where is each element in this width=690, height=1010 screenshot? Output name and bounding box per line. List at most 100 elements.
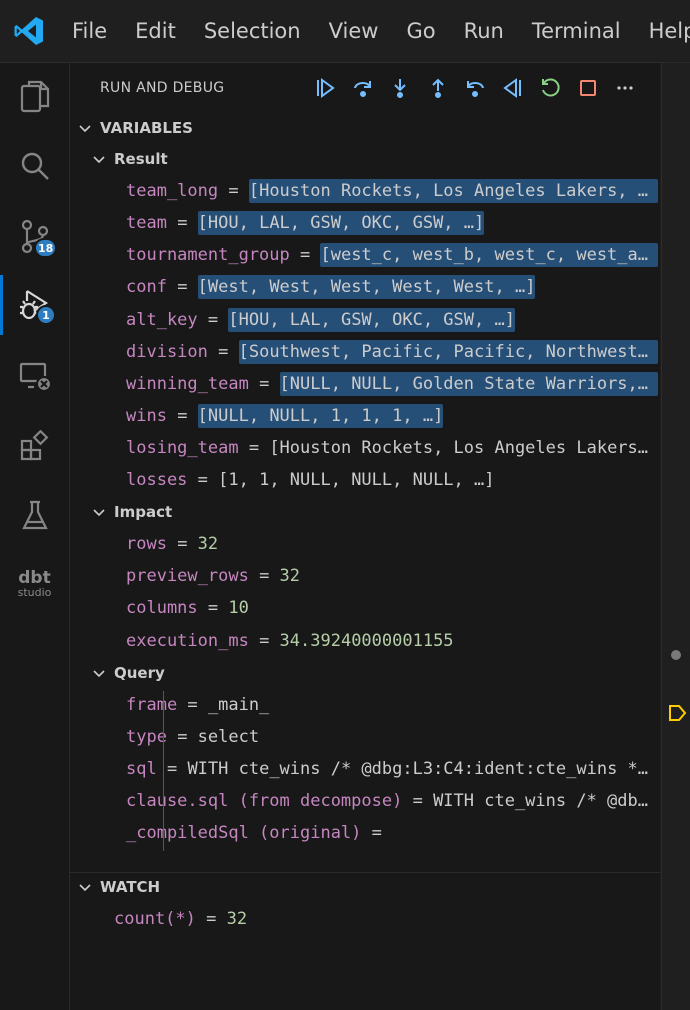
source-control-icon[interactable]: 18	[0, 203, 69, 269]
variable-name: preview_rows	[126, 566, 249, 587]
variable-row[interactable]: alt_key = [HOU, LAL, GSW, OKC, GSW, …]	[70, 305, 660, 335]
menu-selection[interactable]: Selection	[190, 0, 315, 62]
variable-value: [Houston Rockets, Los Angeles Lakers, …]	[269, 437, 658, 458]
chevron-down-icon	[92, 505, 106, 519]
variable-value: 10	[228, 598, 249, 619]
studio-label: studio	[17, 586, 52, 599]
testing-icon[interactable]	[0, 483, 69, 549]
variables-title: VARIABLES	[100, 119, 193, 137]
variable-value: WITH cte_wins /* @dbg:L3:C4:ident:cte_wi…	[433, 791, 658, 811]
restart-icon[interactable]	[532, 73, 570, 103]
remote-explorer-icon[interactable]	[0, 343, 69, 409]
variable-name: wins	[126, 405, 167, 426]
equals-sign: =	[238, 437, 270, 458]
variable-row[interactable]: wins = [NULL, NULL, 1, 1, 1, …]	[70, 401, 660, 431]
menu-go[interactable]: Go	[392, 0, 449, 62]
sidebar-header: RUN AND DEBUG	[70, 63, 660, 113]
equals-sign: =	[248, 630, 280, 651]
dbt-studio-icon[interactable]: dbt studio	[0, 551, 69, 617]
variable-row[interactable]: division = [Southwest, Pacific, Pacific,…	[70, 337, 660, 367]
equals-sign: =	[218, 181, 249, 202]
equals-sign: =	[187, 470, 219, 490]
variable-row[interactable]: conf = [West, West, West, West, West, …]	[70, 272, 660, 302]
watch-section-header[interactable]: WATCH	[70, 872, 660, 902]
variable-row[interactable]: clause.sql (from decompose) = WITH cte_w…	[70, 786, 660, 816]
variable-row[interactable]: team_long = [Houston Rockets, Los Angele…	[70, 176, 660, 206]
variable-row[interactable]: sql = WITH cte_wins /* @dbg:L3:C4:ident:…	[70, 754, 660, 784]
variable-value: [NULL, NULL, 1, 1, 1, …]	[197, 403, 444, 428]
equals-sign: =	[402, 791, 434, 811]
search-icon[interactable]	[0, 133, 69, 199]
variable-group-impact[interactable]: Impact	[70, 498, 660, 526]
variable-name: sql	[126, 758, 157, 779]
variable-row[interactable]: columns = 10	[70, 593, 660, 623]
watch-value: 32	[226, 909, 248, 929]
equals-sign: =	[361, 823, 393, 844]
stop-icon[interactable]	[569, 73, 607, 103]
variable-group-query[interactable]: Query	[70, 659, 660, 687]
equals-sign: =	[166, 213, 198, 234]
explorer-icon[interactable]	[0, 63, 69, 129]
chevron-down-icon	[78, 880, 92, 894]
variable-value: [west_c, west_b, west_c, west_a, …]	[320, 243, 658, 268]
variable-name: rows	[126, 534, 167, 555]
menu-edit[interactable]: Edit	[121, 0, 190, 62]
variable-group-result[interactable]: Result	[70, 145, 660, 173]
variable-group-label: Impact	[114, 503, 173, 522]
variable-row[interactable]: rows = 32	[70, 529, 660, 559]
watch-item[interactable]: count(*) = 32	[70, 904, 660, 934]
variable-name: winning_team	[126, 373, 249, 394]
step-over-icon[interactable]	[344, 73, 382, 103]
equals-sign: =	[166, 534, 198, 555]
extensions-icon[interactable]	[0, 413, 69, 479]
variable-row[interactable]: execution_ms = 34.39240000001155	[70, 626, 660, 656]
continue-icon[interactable]	[307, 73, 345, 103]
step-into-icon[interactable]	[382, 73, 420, 103]
variable-row[interactable]: type = select	[70, 722, 660, 752]
variable-name: losses	[126, 470, 188, 490]
variable-row[interactable]: losses = [1, 1, NULL, NULL, NULL, …]	[70, 465, 660, 495]
step-out-icon[interactable]	[419, 73, 457, 103]
more-icon[interactable]	[607, 73, 645, 103]
breakpoint-dot-icon[interactable]	[671, 650, 681, 660]
variable-name: losing_team	[126, 437, 239, 458]
sidebar-title: RUN AND DEBUG	[100, 80, 225, 96]
equals-sign: =	[166, 277, 198, 298]
variable-row[interactable]: tournament_group = [west_c, west_b, west…	[70, 240, 660, 270]
variable-row[interactable]: frame = _main_	[70, 690, 660, 720]
variable-name: columns	[126, 598, 198, 619]
equals-sign: =	[248, 373, 280, 394]
equals-sign: =	[197, 598, 229, 619]
menu-terminal[interactable]: Terminal	[518, 0, 635, 62]
equals-sign: =	[248, 566, 280, 587]
equals-sign: =	[166, 726, 198, 747]
variable-row[interactable]: _compiledSql (original) =	[70, 818, 660, 848]
reverse-continue-icon[interactable]	[494, 73, 532, 103]
variable-name: team	[126, 213, 167, 234]
variable-name: type	[126, 726, 167, 747]
equals-sign: =	[207, 341, 239, 362]
variable-value: 32	[197, 534, 219, 555]
equals-sign: =	[166, 405, 198, 426]
variable-value: select	[197, 726, 260, 747]
variable-row[interactable]: team = [HOU, LAL, GSW, OKC, GSW, …]	[70, 208, 660, 238]
dbt-label: dbt	[18, 568, 51, 588]
variable-value: [Houston Rockets, Los Angeles Lakers, Go…	[248, 179, 658, 204]
variable-row[interactable]: preview_rows = 32	[70, 561, 660, 591]
activity-bar: 18 1 dbt studio	[0, 63, 70, 1010]
step-back-icon[interactable]	[457, 73, 495, 103]
variable-value: [HOU, LAL, GSW, OKC, GSW, …]	[197, 211, 485, 236]
menu-view[interactable]: View	[315, 0, 393, 62]
variable-row[interactable]: losing_team = [Houston Rockets, Los Ange…	[70, 433, 660, 463]
editor-area	[661, 63, 690, 1010]
variable-group-label: Query	[114, 663, 165, 682]
run-debug-icon[interactable]: 1	[0, 271, 69, 337]
equals-sign: =	[177, 694, 208, 715]
watch-title: WATCH	[100, 878, 161, 896]
variable-row[interactable]: winning_team = [NULL, NULL, Golden State…	[70, 369, 660, 399]
menu-help[interactable]: Help	[635, 0, 690, 62]
variables-section-header[interactable]: VARIABLES	[70, 113, 660, 143]
menu-run[interactable]: Run	[450, 0, 518, 62]
menu-file[interactable]: File	[58, 0, 121, 62]
variable-value: [1, 1, NULL, NULL, NULL, …]	[218, 470, 495, 490]
